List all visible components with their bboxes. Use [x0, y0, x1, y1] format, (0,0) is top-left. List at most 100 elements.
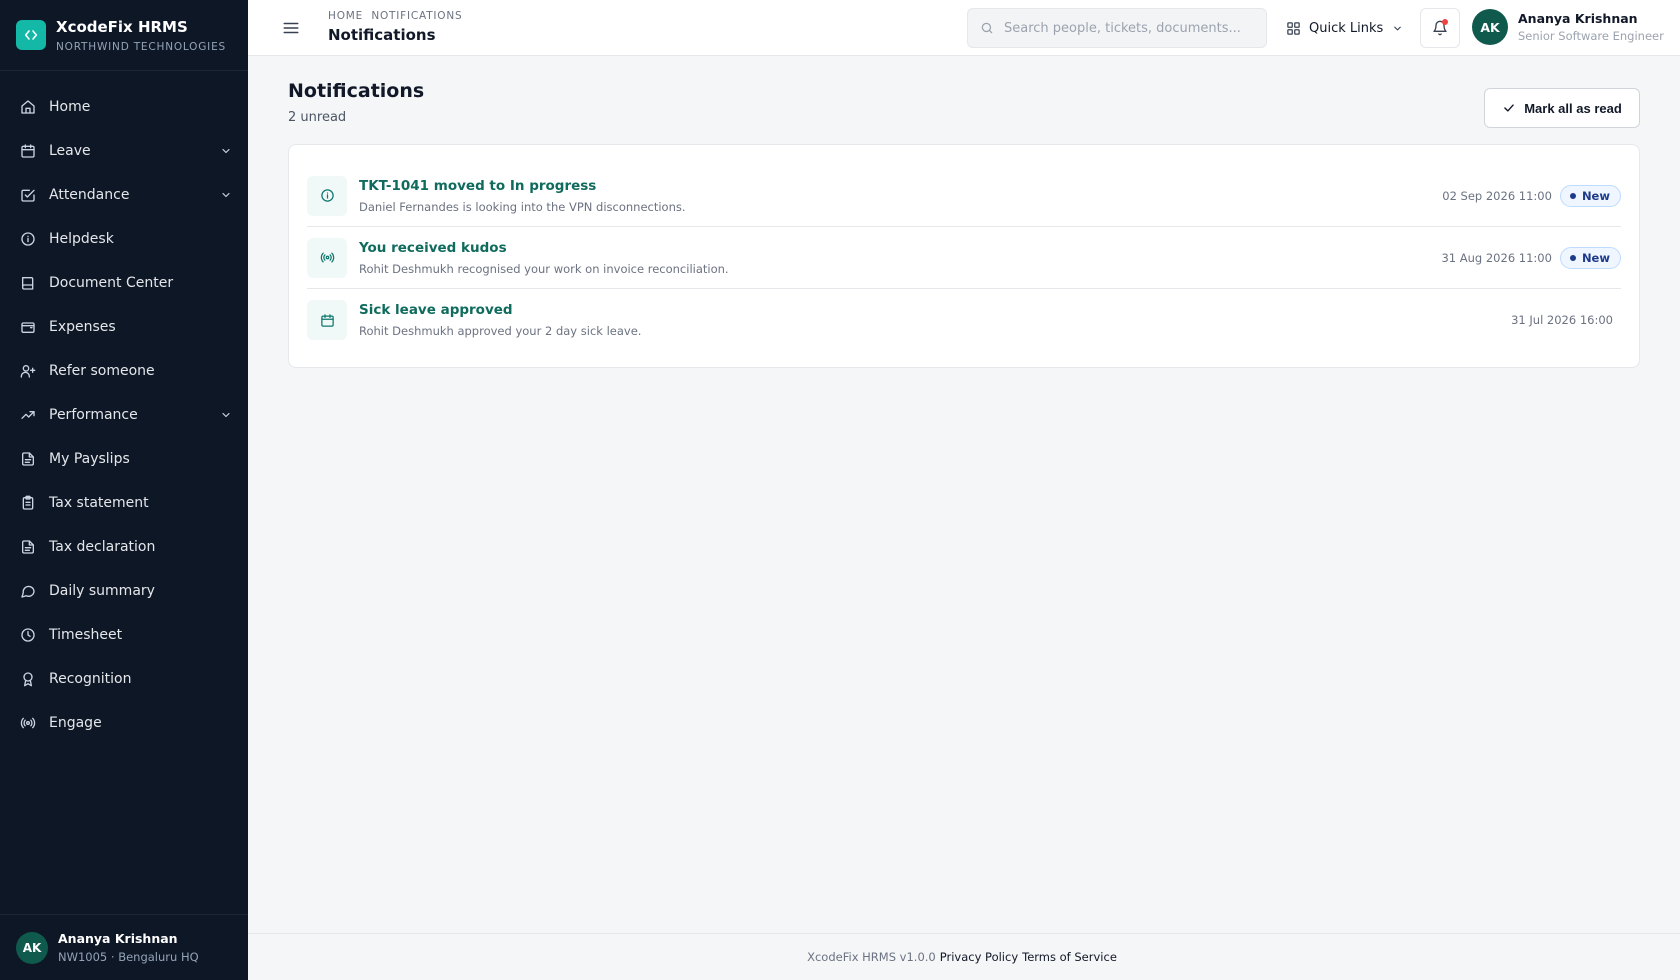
radio-icon: [320, 252, 334, 263]
sidebar-item-tax-statement[interactable]: Tax statement: [0, 481, 248, 525]
unread-count: 2 unread: [288, 110, 347, 125]
user-role: Senior Software Engineer: [1518, 29, 1664, 43]
sidebar-item-my-payslips[interactable]: My Payslips: [0, 437, 248, 481]
notification-description: Daniel Fernandes is looking into the VPN…: [359, 199, 686, 214]
code-icon: [16, 20, 46, 50]
notification-icon-box: [307, 175, 347, 216]
search-icon: [981, 22, 993, 34]
sidebar-item-refer-someone[interactable]: Refer someone: [0, 349, 248, 393]
sidebar-item-label: Tax declaration: [49, 539, 156, 555]
sidebar-item-document-center[interactable]: Document Center: [0, 261, 248, 305]
sidebar-user-name: Ananya Krishnan: [58, 931, 178, 946]
notification-description: Rohit Deshmukh recognised your work on i…: [359, 261, 729, 276]
notification-title[interactable]: TKT-1041 moved to In progress: [359, 178, 1442, 194]
notification-item[interactable]: You received kudos Rohit Deshmukh recogn…: [307, 227, 1621, 289]
quick-links-button[interactable]: Quick Links: [1286, 16, 1403, 40]
clock-icon: [21, 628, 35, 642]
menu-icon[interactable]: [282, 19, 300, 37]
user-plus-icon: [20, 365, 36, 378]
trending-up-icon: [21, 411, 35, 419]
message-circle-icon: [21, 585, 35, 598]
status-badge: New: [1559, 246, 1621, 269]
radio-icon: [20, 717, 36, 729]
search-box[interactable]: [967, 8, 1267, 48]
badge-label: New: [1581, 250, 1610, 265]
notification-item[interactable]: Sick leave approved Rohit Deshmukh appro…: [307, 289, 1621, 351]
notification-title[interactable]: You received kudos: [359, 240, 1441, 256]
privacy-policy-link[interactable]: Privacy Policy: [940, 950, 1018, 964]
sidebar-item-label: Helpdesk: [49, 231, 114, 247]
search-input[interactable]: [1004, 20, 1254, 36]
calendar-icon: [320, 313, 334, 327]
page-title: Notifications: [288, 80, 425, 102]
file-text-icon: [22, 452, 34, 466]
sidebar-user-profile[interactable]: AK Ananya Krishnan NW1005 · Bengaluru HQ: [0, 914, 248, 980]
sidebar-item-recognition[interactable]: Recognition: [0, 657, 248, 701]
notifications-button[interactable]: [1420, 8, 1460, 48]
notification-icon-box: [307, 237, 347, 278]
info-icon: [320, 189, 334, 202]
user-menu[interactable]: AK Ananya Krishnan Senior Software Engin…: [1472, 9, 1664, 45]
mark-all-read-button[interactable]: Mark all as read: [1484, 88, 1640, 128]
calendar-check-icon: [21, 189, 35, 202]
notification-time: 31 Jul 2026 16:00: [1511, 313, 1613, 327]
sidebar-item-label: Document Center: [49, 275, 174, 291]
badge-label: New: [1581, 188, 1610, 203]
avatar: AK: [1472, 9, 1508, 45]
sidebar-item-engage[interactable]: Engage: [0, 701, 248, 745]
sidebar-item-attendance[interactable]: Attendance: [0, 173, 248, 217]
avatar: AK: [16, 931, 48, 964]
check-icon: [1504, 104, 1515, 112]
sidebar: XcodeFix HRMS NORTHWIND TECHNOLOGIES Hom…: [0, 0, 248, 980]
clipboard-icon: [22, 495, 34, 510]
chevron-down-icon: [1394, 26, 1402, 30]
brand[interactable]: XcodeFix HRMS NORTHWIND TECHNOLOGIES: [0, 0, 248, 71]
sidebar-item-timesheet[interactable]: Timesheet: [0, 613, 248, 657]
home-icon: [21, 100, 35, 114]
sidebar-item-label: Refer someone: [49, 363, 155, 379]
sidebar-item-performance[interactable]: Performance: [0, 393, 248, 437]
sidebar-item-label: Engage: [49, 715, 102, 731]
sidebar-item-leave[interactable]: Leave: [0, 129, 248, 173]
sidebar-nav: Home Leave Attendance Helpdesk Document …: [0, 71, 248, 745]
sidebar-item-label: My Payslips: [49, 451, 130, 467]
breadcrumb-block: HOME NOTIFICATIONS Notifications: [328, 10, 463, 44]
notification-item[interactable]: TKT-1041 moved to In progress Daniel Fer…: [307, 165, 1621, 227]
sidebar-item-home[interactable]: Home: [0, 85, 248, 129]
sidebar-item-daily-summary[interactable]: Daily summary: [0, 569, 248, 613]
brand-name: XcodeFix HRMS: [56, 17, 188, 36]
notification-title[interactable]: Sick leave approved: [359, 302, 1511, 318]
sidebar-item-tax-declaration[interactable]: Tax declaration: [0, 525, 248, 569]
unread-indicator: [1442, 19, 1448, 25]
breadcrumb[interactable]: HOME NOTIFICATIONS: [328, 10, 463, 22]
sidebar-item-label: Tax statement: [49, 495, 149, 511]
main-content: Notifications 2 unread Mark all as read …: [248, 56, 1680, 933]
notification-description: Rohit Deshmukh approved your 2 day sick …: [359, 324, 642, 338]
sidebar-item-expenses[interactable]: Expenses: [0, 305, 248, 349]
page-header-title: Notifications: [328, 26, 436, 44]
chevron-down-icon[interactable]: [220, 409, 232, 421]
file-text-icon: [22, 540, 34, 554]
notification-time: 02 Sep 2026 11:00: [1442, 188, 1552, 203]
brand-org: NORTHWIND TECHNOLOGIES: [56, 40, 226, 53]
chevron-down-icon[interactable]: [220, 145, 232, 157]
user-name: Ananya Krishnan: [1518, 11, 1638, 26]
sidebar-item-label: Attendance: [49, 187, 130, 203]
terms-of-service-link[interactable]: Terms of Service: [1022, 950, 1117, 964]
sidebar-item-label: Recognition: [49, 671, 132, 687]
sidebar-item-label: Home: [49, 99, 91, 115]
status-badge: New: [1559, 184, 1621, 207]
notifications-list: TKT-1041 moved to In progress Daniel Fer…: [288, 144, 1640, 368]
notification-icon-box: [307, 300, 347, 340]
sidebar-item-label: Daily summary: [49, 583, 155, 599]
chevron-down-icon[interactable]: [220, 189, 232, 201]
notification-time: 31 Aug 2026 11:00: [1441, 250, 1552, 265]
calendar-icon: [21, 144, 35, 158]
sidebar-item-label: Timesheet: [49, 627, 123, 643]
topbar: HOME NOTIFICATIONS Notifications Quick L…: [248, 0, 1680, 56]
grid-icon: [1287, 21, 1300, 35]
footer: XcodeFix HRMS v1.0.0 Privacy Policy Term…: [248, 933, 1680, 980]
mark-all-read-label: Mark all as read: [1524, 100, 1622, 116]
sidebar-item-label: Performance: [49, 407, 138, 423]
sidebar-item-helpdesk[interactable]: Helpdesk: [0, 217, 248, 261]
